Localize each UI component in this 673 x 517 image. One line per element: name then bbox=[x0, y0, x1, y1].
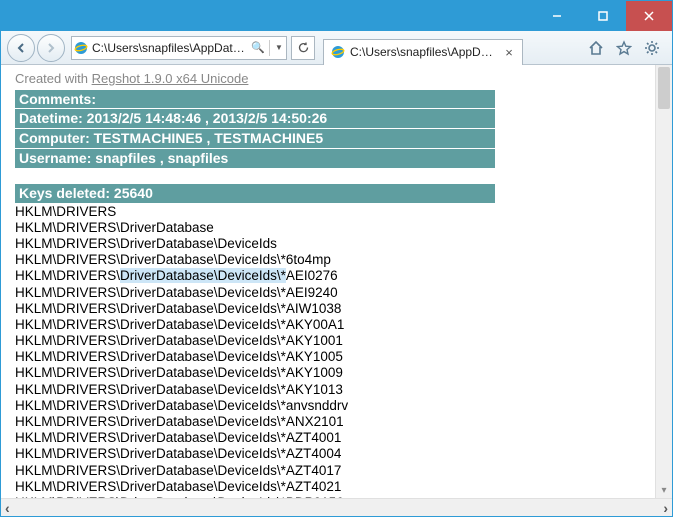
scroll-right-arrow-icon[interactable]: › bbox=[663, 500, 668, 516]
page-content: Created with Regshot 1.9.0 x64 Unicode C… bbox=[1, 65, 672, 498]
registry-key-line[interactable]: HKLM\DRIVERS\DriverDatabase\DeviceIds\*A… bbox=[15, 268, 662, 284]
band-datetime: Datetime: 2013/2/5 14:48:46 , 2013/2/5 1… bbox=[15, 109, 495, 128]
refresh-button[interactable] bbox=[291, 36, 315, 60]
registry-key-line[interactable]: HKLM\DRIVERS\DriverDatabase\DeviceIds\*A… bbox=[15, 382, 662, 398]
command-bar bbox=[586, 38, 666, 58]
vertical-scrollbar[interactable]: ▾ bbox=[655, 65, 672, 498]
keys-list: HKLM\DRIVERSHKLM\DRIVERS\DriverDatabaseH… bbox=[15, 204, 662, 498]
regshot-link[interactable]: Regshot 1.9.0 x64 Unicode bbox=[92, 71, 249, 86]
registry-key-line[interactable]: HKLM\DRIVERS\DriverDatabase bbox=[15, 220, 662, 236]
browser-toolbar: 🔍 ▼ C:\Users\snapfiles\AppData\... × bbox=[1, 31, 672, 65]
created-prefix: Created with bbox=[15, 71, 92, 86]
registry-key-line[interactable]: HKLM\DRIVERS\DriverDatabase\DeviceIds\*B… bbox=[15, 495, 662, 498]
registry-key-line[interactable]: HKLM\DRIVERS\DriverDatabase\DeviceIds\*A… bbox=[15, 333, 662, 349]
address-bar[interactable]: 🔍 ▼ bbox=[71, 36, 287, 60]
registry-key-line[interactable]: HKLM\DRIVERS bbox=[15, 204, 662, 220]
registry-key-line[interactable]: HKLM\DRIVERS\DriverDatabase\DeviceIds\*A… bbox=[15, 414, 662, 430]
registry-key-line[interactable]: HKLM\DRIVERS\DriverDatabase\DeviceIds\*A… bbox=[15, 317, 662, 333]
home-icon[interactable] bbox=[586, 38, 606, 58]
window-titlebar bbox=[1, 1, 672, 31]
back-button[interactable] bbox=[7, 34, 35, 62]
scroll-down-arrow-icon[interactable]: ▾ bbox=[656, 485, 672, 496]
registry-key-line[interactable]: HKLM\DRIVERS\DriverDatabase\DeviceIds\*6… bbox=[15, 252, 662, 268]
maximize-button[interactable] bbox=[580, 1, 626, 31]
ie-tab-icon bbox=[330, 44, 346, 60]
address-input[interactable] bbox=[90, 41, 249, 55]
browser-tab[interactable]: C:\Users\snapfiles\AppData\... × bbox=[323, 39, 523, 65]
band-username: Username: snapfiles , snapfiles bbox=[15, 149, 495, 168]
registry-key-line[interactable]: HKLM\DRIVERS\DriverDatabase\DeviceIds\*A… bbox=[15, 479, 662, 495]
scroll-left-arrow-icon[interactable]: ‹ bbox=[5, 500, 10, 516]
forward-button[interactable] bbox=[37, 34, 65, 62]
registry-key-line[interactable]: HKLM\DRIVERS\DriverDatabase\DeviceIds\*A… bbox=[15, 349, 662, 365]
horizontal-scrollbar[interactable]: ‹ › bbox=[1, 498, 672, 516]
address-dropdown-icon[interactable]: ▼ bbox=[272, 43, 286, 52]
close-button[interactable] bbox=[626, 1, 672, 31]
scrollbar-thumb[interactable] bbox=[658, 67, 670, 109]
registry-key-line[interactable]: HKLM\DRIVERS\DriverDatabase\DeviceIds\*A… bbox=[15, 301, 662, 317]
band-keys-deleted: Keys deleted: 25640 bbox=[15, 184, 495, 203]
search-icon[interactable]: 🔍 bbox=[249, 41, 267, 54]
registry-key-line[interactable]: HKLM\DRIVERS\DriverDatabase\DeviceIds\*A… bbox=[15, 365, 662, 381]
tab-close-icon[interactable]: × bbox=[502, 45, 516, 60]
ie-page-icon bbox=[72, 40, 90, 56]
registry-key-line[interactable]: HKLM\DRIVERS\DriverDatabase\DeviceIds bbox=[15, 236, 662, 252]
registry-key-line[interactable]: HKLM\DRIVERS\DriverDatabase\DeviceIds\*A… bbox=[15, 463, 662, 479]
registry-key-line[interactable]: HKLM\DRIVERS\DriverDatabase\DeviceIds\*A… bbox=[15, 285, 662, 301]
registry-key-line[interactable]: HKLM\DRIVERS\DriverDatabase\DeviceIds\*A… bbox=[15, 446, 662, 462]
tab-title: C:\Users\snapfiles\AppData\... bbox=[350, 45, 498, 59]
band-computer: Computer: TESTMACHINE5 , TESTMACHINE5 bbox=[15, 129, 495, 148]
tools-icon[interactable] bbox=[642, 38, 662, 58]
registry-key-line[interactable]: HKLM\DRIVERS\DriverDatabase\DeviceIds\*A… bbox=[15, 430, 662, 446]
minimize-button[interactable] bbox=[534, 1, 580, 31]
created-with-line: Created with Regshot 1.9.0 x64 Unicode bbox=[15, 71, 662, 87]
band-comments: Comments: bbox=[15, 90, 495, 109]
favorites-icon[interactable] bbox=[614, 38, 634, 58]
registry-key-line[interactable]: HKLM\DRIVERS\DriverDatabase\DeviceIds\*a… bbox=[15, 398, 662, 414]
address-separator bbox=[269, 40, 270, 56]
